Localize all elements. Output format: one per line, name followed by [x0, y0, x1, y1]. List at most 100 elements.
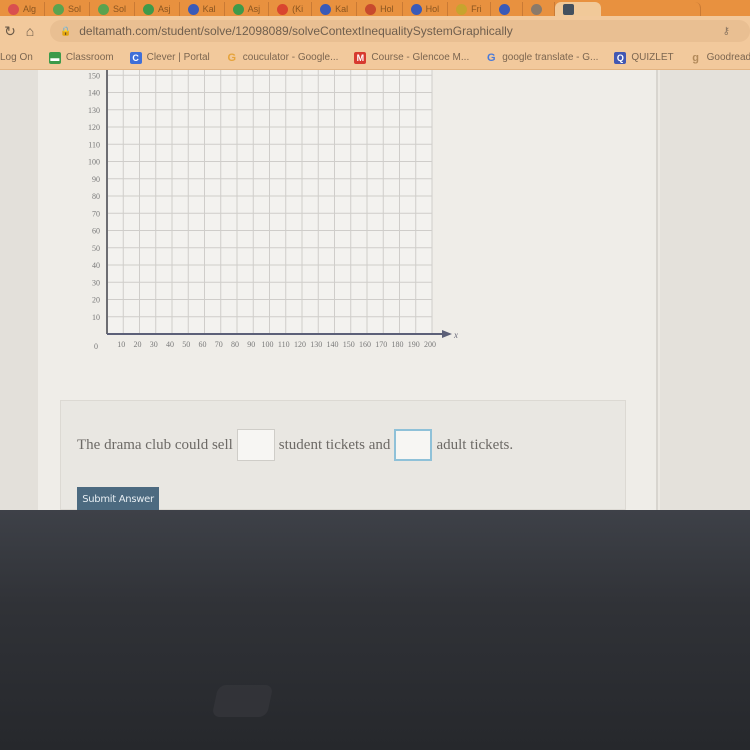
adult-tickets-input[interactable] — [394, 429, 433, 461]
tab-label: Kal — [335, 4, 349, 14]
y-tick-label: 110 — [88, 140, 100, 149]
y-tick-label: 70 — [92, 209, 100, 218]
bookmark-item[interactable]: Q QUIZLET — [614, 51, 674, 64]
bookmark-item[interactable]: Log On — [0, 52, 33, 63]
y-tick-label: 100 — [88, 158, 100, 167]
bookmark-item[interactable]: Gcouculator - Google... — [226, 52, 339, 64]
bookmark-label: Log On — [0, 52, 33, 63]
reload-icon[interactable]: ↻ — [0, 23, 20, 40]
goodreads-icon: g — [692, 51, 699, 64]
answer-box: The drama club could sell student ticket… — [60, 400, 626, 511]
browser-tab[interactable]: Sol — [45, 2, 91, 16]
flag-icon — [277, 3, 289, 15]
x-tick-label: 60 — [199, 340, 207, 349]
bookmark-item[interactable]: ▬ Classroom — [48, 51, 114, 64]
tab-label: Kal — [202, 4, 216, 14]
browser-tab[interactable]: (Ki — [269, 2, 313, 16]
y-tick-label: 30 — [92, 278, 100, 287]
x-tick-label: 70 — [215, 340, 223, 349]
tab-strip: Alg Sol Sol Asj Kal Asj (Ki Kal Hol Hol Fri — [0, 0, 750, 16]
bookmark-label: Clever | Portal — [146, 52, 210, 63]
x-tick-label: 200 — [424, 340, 436, 349]
answer-middle: student tickets and — [278, 436, 391, 453]
x-axis-arrow-icon — [442, 330, 452, 338]
lock-icon: 🔒 — [60, 25, 72, 36]
tab-label: Sol — [113, 4, 127, 14]
bookmark-item[interactable]: Ggoogle translate - G... — [485, 52, 598, 64]
tab-label: Asj — [247, 4, 261, 14]
submit-answer-button[interactable]: Submit Answer — [77, 487, 159, 511]
x-tick-label: 50 — [182, 340, 190, 349]
bookmarks-bar: Log On ▬ Classroom C Clever | Portal Gcoucula… — [0, 46, 750, 70]
url-text: deltamath.com/student/solve/12098089/sol… — [79, 24, 513, 38]
student-tickets-input[interactable] — [236, 429, 275, 461]
browser-tab[interactable]: Kal — [312, 2, 358, 16]
browser-tab[interactable]: Alg — [0, 2, 46, 16]
x-tick-label: 10 — [117, 340, 125, 349]
browser-tab[interactable]: Asj — [225, 2, 270, 16]
x-tick-label: 150 — [343, 340, 355, 349]
bookmark-label: Goodreads | M — [706, 52, 750, 63]
browser-toolbar: ↻ ⌂ 🔒 deltamath.com/student/solve/120980… — [0, 16, 750, 46]
page-content: x 0 10 20 30 40 50 60 70 80 90 100 110 120 130 140 150 16… — [0, 70, 750, 511]
monitor-bezel — [0, 510, 750, 750]
phone-icon — [143, 3, 155, 15]
y-tick-label: 90 — [92, 175, 100, 184]
x-tick-label: 100 — [262, 340, 274, 349]
bookmark-label: google translate - G... — [502, 52, 599, 63]
browser-tab[interactable] — [491, 2, 523, 16]
y-tick-label: 120 — [88, 123, 100, 132]
k-icon — [365, 3, 377, 15]
y-tick-label: 10 — [92, 313, 100, 322]
circle-icon — [530, 3, 542, 15]
tab-label: (Ki — [292, 4, 304, 14]
bookmark-item[interactable]: C Clever | Portal — [129, 51, 210, 64]
browser-tab[interactable]: Kal — [180, 2, 225, 16]
y-tick-label: 40 — [92, 261, 100, 270]
browser-tab[interactable]: Hol — [357, 2, 403, 16]
plus-icon — [456, 3, 468, 15]
k-icon — [410, 3, 422, 15]
answer-sentence: The drama club could sell student ticket… — [77, 429, 513, 461]
y-tick-label: 50 — [92, 244, 100, 253]
tab-label: Sol — [68, 4, 82, 14]
google-icon: G — [486, 51, 496, 64]
y-tick-label: 130 — [88, 106, 100, 115]
bookmark-label: QUIZLET — [631, 52, 674, 63]
phone-icon — [232, 3, 244, 15]
bookmark-label: couculator - Google... — [242, 52, 339, 63]
y-tick-label: 140 — [88, 89, 100, 98]
key-icon[interactable]: ⚷ — [723, 26, 730, 37]
browser-tab[interactable]: Fri — [448, 2, 491, 16]
tab-label: Hol — [380, 4, 394, 14]
bookmark-item[interactable]: M Course - Glencoe M... — [354, 51, 469, 64]
home-icon[interactable]: ⌂ — [20, 23, 40, 39]
browser-tab[interactable]: Asj — [135, 2, 180, 16]
y-tick-label: 60 — [92, 227, 100, 236]
deltamath-icon — [562, 3, 574, 15]
browser-tab[interactable]: Sol — [90, 2, 136, 16]
answer-suffix: adult tickets. — [436, 436, 514, 453]
address-bar[interactable]: 🔒 deltamath.com/student/solve/12098089/s… — [50, 20, 750, 42]
y-tick-label: 20 — [92, 296, 100, 305]
x-tick-label: 160 — [359, 340, 371, 349]
coordinate-graph[interactable]: x 0 10 20 30 40 50 60 70 80 90 100 110 120 130 140 150 16… — [0, 70, 750, 370]
x-tick-label: 20 — [134, 340, 142, 349]
sheets-icon — [98, 3, 110, 15]
sheets-icon — [53, 3, 65, 15]
tab-label: Asj — [158, 4, 171, 14]
active-tab[interactable] — [554, 2, 601, 16]
browser-tab[interactable]: Hol — [403, 2, 449, 16]
browser-tab[interactable] — [523, 2, 555, 16]
x-tick-label: 130 — [310, 340, 322, 349]
answer-prefix: The drama club could sell — [77, 436, 233, 453]
tab-label: Hol — [425, 4, 440, 14]
x-tick-label: 110 — [278, 340, 290, 349]
tab-label: Alg — [23, 4, 37, 14]
origin-label: 0 — [94, 342, 98, 351]
x-tick-label: 80 — [231, 340, 239, 349]
x-tick-label: 140 — [327, 340, 339, 349]
monitor-logo — [211, 685, 274, 717]
bookmark-item[interactable]: g Goodreads | M — [690, 52, 750, 64]
k-icon — [187, 3, 199, 15]
